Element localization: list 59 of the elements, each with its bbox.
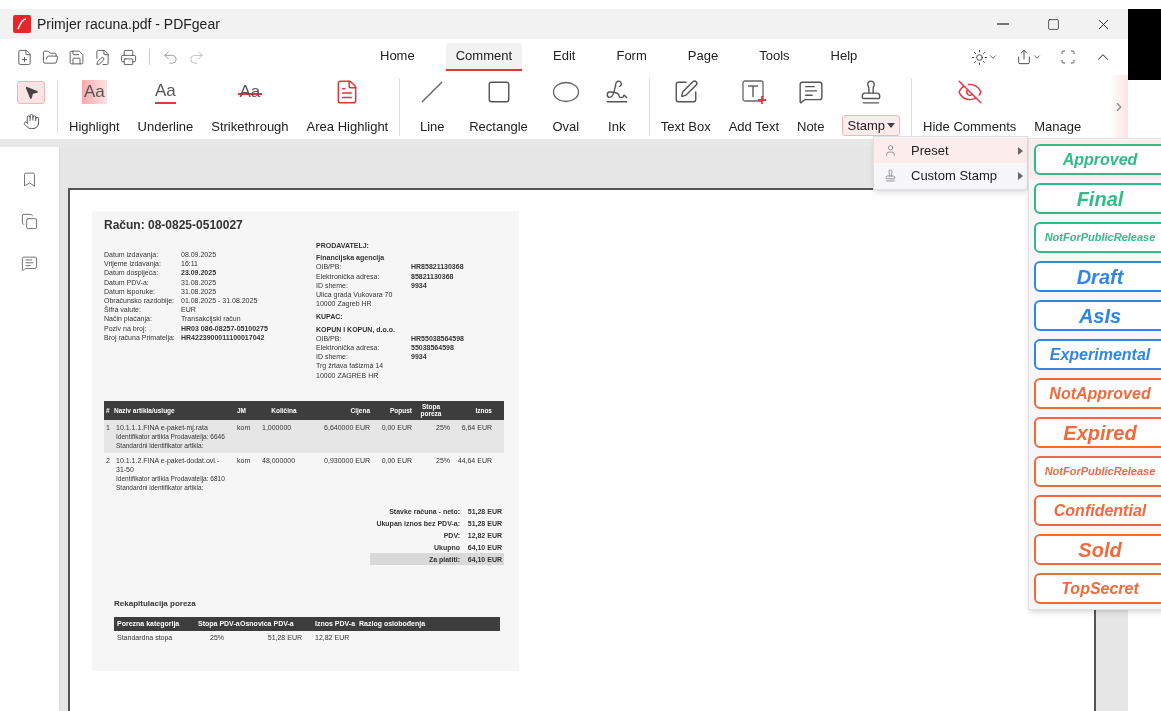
area-highlight-tool[interactable]: Area Highlight	[301, 78, 394, 136]
stamp-dropdown[interactable]: Stamp	[842, 114, 901, 136]
menu-tab[interactable]: Home	[370, 43, 425, 71]
add-text-icon	[740, 79, 767, 105]
stamp-option[interactable]: Draft	[1034, 261, 1161, 292]
maximize-icon	[1046, 17, 1060, 31]
menu-tab[interactable]: Page	[677, 43, 729, 71]
menu-tab[interactable]: Comment	[445, 43, 523, 71]
ink-tool[interactable]: Ink	[598, 78, 635, 136]
hide-icon	[956, 79, 983, 105]
text-box-tool[interactable]: Text Box	[655, 78, 716, 136]
share-icon[interactable]	[1016, 49, 1032, 65]
stamp-option[interactable]: Experimental	[1034, 339, 1161, 370]
menu-tab[interactable]: Edit	[543, 43, 586, 71]
hand-icon	[22, 113, 40, 130]
select-tool[interactable]	[17, 81, 45, 104]
app-logo-icon	[13, 15, 31, 33]
submenu-arrow-icon	[1018, 146, 1023, 155]
minimize-icon	[997, 23, 1009, 25]
highlight-tool[interactable]: Aa Highlight	[64, 78, 125, 136]
desktop-background	[1128, 9, 1161, 80]
open-folder-icon[interactable]	[42, 48, 59, 66]
stamp-tool[interactable]: Stamp	[837, 78, 906, 136]
theme-icon[interactable]	[971, 48, 988, 66]
save-as-icon[interactable]	[94, 48, 111, 66]
line-tool[interactable]: Line	[414, 78, 451, 136]
print-icon[interactable]	[120, 48, 137, 66]
hide-comments-tool[interactable]: Hide Comments	[918, 78, 1022, 136]
undo-icon[interactable]	[162, 48, 179, 66]
highlight-icon: Aa	[81, 80, 107, 104]
add-text-tool[interactable]: Add Text	[723, 78, 784, 136]
save-icon[interactable]	[68, 48, 85, 66]
fullscreen-icon[interactable]	[1060, 49, 1076, 65]
pages-icon[interactable]	[21, 213, 38, 230]
note-icon	[797, 79, 824, 105]
bookmark-icon[interactable]	[21, 171, 38, 188]
menu-tab[interactable]: Form	[606, 43, 657, 71]
comments-icon[interactable]	[21, 255, 38, 272]
caret-icon	[887, 122, 896, 128]
menu-item[interactable]: Custom Stamp	[874, 163, 1027, 188]
manage-button[interactable]: Manage	[1029, 78, 1087, 136]
caret-icon[interactable]	[1032, 52, 1042, 62]
rectangle-tool[interactable]: Rectangle	[464, 78, 533, 136]
invoice-title: Račun: 08-0825-0510027	[104, 217, 244, 233]
pointer-icon	[23, 85, 39, 100]
window-title: Primjer racuna.pdf - PDFgear	[37, 14, 220, 34]
oval-icon	[551, 81, 580, 103]
new-file-icon[interactable]	[16, 48, 33, 66]
menu-tab[interactable]: Tools	[749, 43, 800, 71]
oval-tool[interactable]: Oval	[546, 78, 585, 136]
underline-tool[interactable]: Aa Underline	[132, 78, 199, 136]
note-tool[interactable]: Note	[792, 78, 830, 136]
section-title: Rekapitulacija poreza	[114, 599, 197, 609]
menu-item[interactable]: Preset	[874, 138, 1027, 163]
line-icon	[419, 79, 446, 105]
stamp-option[interactable]: AsIs	[1034, 300, 1161, 331]
menu-tab[interactable]: Help	[820, 43, 868, 71]
submenu-arrow-icon	[1018, 171, 1023, 180]
caret-icon[interactable]	[988, 52, 998, 62]
